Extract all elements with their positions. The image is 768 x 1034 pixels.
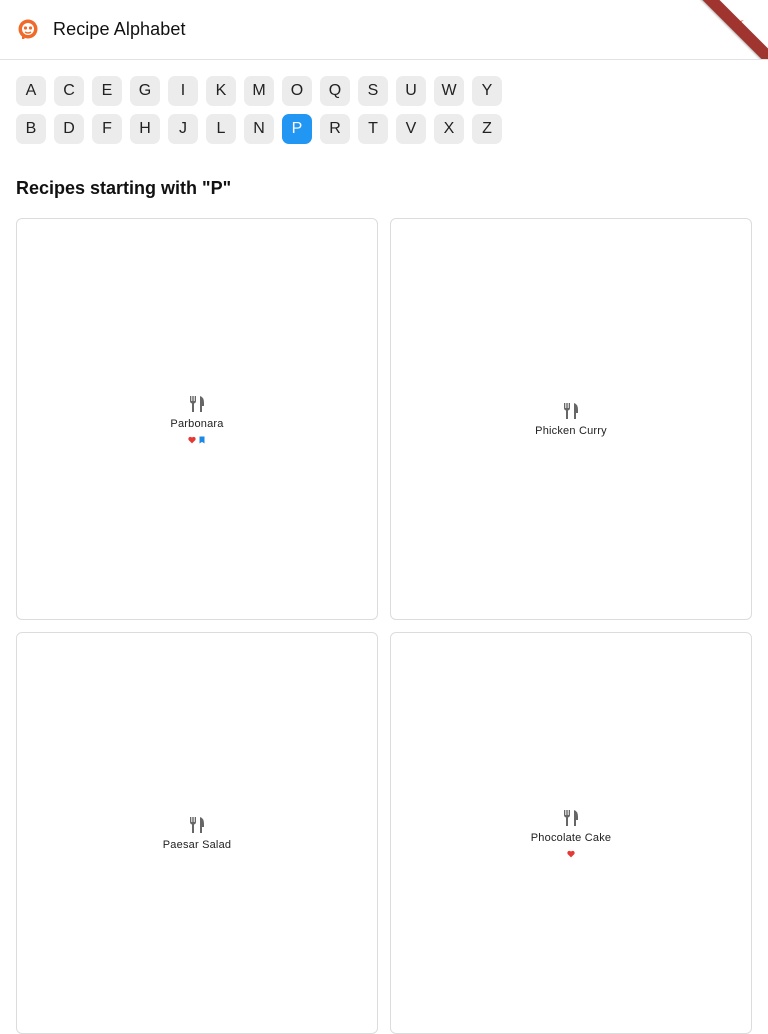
recipe-name: Paesar Salad — [162, 838, 232, 851]
fork-knife-icon — [564, 809, 578, 826]
letter-button-t[interactable]: T — [358, 114, 388, 144]
letter-row-1: ACEGIKMOQSUWY — [16, 76, 502, 106]
letter-button-x[interactable]: X — [434, 114, 464, 144]
fork-knife-icon — [190, 816, 204, 833]
debug-banner — [689, 0, 768, 59]
letter-button-h[interactable]: H — [130, 114, 160, 144]
letter-button-m[interactable]: M — [244, 76, 274, 106]
recipe-card[interactable]: Paesar Salad — [16, 632, 378, 1034]
letter-button-p[interactable]: P — [282, 114, 312, 144]
heart-icon — [188, 436, 196, 443]
bookmark-icon — [199, 436, 205, 443]
recipe-badges — [567, 850, 575, 858]
letter-button-k[interactable]: K — [206, 76, 236, 106]
app-bar: Recipe Alphabet — [0, 0, 768, 60]
letter-button-d[interactable]: D — [54, 114, 84, 144]
letter-button-o[interactable]: O — [282, 76, 312, 106]
fork-knife-icon — [190, 395, 204, 412]
section-title: Recipes starting with "P" — [16, 178, 232, 198]
heart-icon — [567, 850, 575, 857]
letter-button-y[interactable]: Y — [472, 76, 502, 106]
letter-button-w[interactable]: W — [434, 76, 464, 106]
chef-logo-icon — [18, 19, 38, 39]
letter-button-j[interactable]: J — [168, 114, 198, 144]
recipe-card[interactable]: Parbonara — [16, 218, 378, 620]
letter-button-l[interactable]: L — [206, 114, 236, 144]
recipe-card[interactable]: Phicken Curry — [390, 218, 752, 620]
letter-row-2: BDFHJLNPRTVXZ — [16, 114, 502, 144]
letter-button-q[interactable]: Q — [320, 76, 350, 106]
fork-knife-icon — [564, 402, 578, 419]
letter-button-r[interactable]: R — [320, 114, 350, 144]
letter-button-v[interactable]: V — [396, 114, 426, 144]
letter-picker: ACEGIKMOQSUWY BDFHJLNPRTVXZ — [16, 76, 502, 152]
recipe-card[interactable]: Phocolate Cake — [390, 632, 752, 1034]
letter-button-i[interactable]: I — [168, 76, 198, 106]
letter-button-a[interactable]: A — [16, 76, 46, 106]
recipe-badges — [188, 436, 206, 444]
letter-button-u[interactable]: U — [396, 76, 426, 106]
letter-button-z[interactable]: Z — [472, 114, 502, 144]
app-title: Recipe Alphabet — [53, 19, 186, 39]
recipe-name: Phicken Curry — [535, 424, 607, 437]
letter-button-c[interactable]: C — [54, 76, 84, 106]
letter-button-s[interactable]: S — [358, 76, 388, 106]
recipe-name: Phocolate Cake — [530, 831, 612, 844]
letter-button-b[interactable]: B — [16, 114, 46, 144]
letter-button-f[interactable]: F — [92, 114, 122, 144]
letter-button-g[interactable]: G — [130, 76, 160, 106]
letter-button-e[interactable]: E — [92, 76, 122, 106]
recipe-name: Parbonara — [170, 417, 224, 430]
letter-button-n[interactable]: N — [244, 114, 274, 144]
